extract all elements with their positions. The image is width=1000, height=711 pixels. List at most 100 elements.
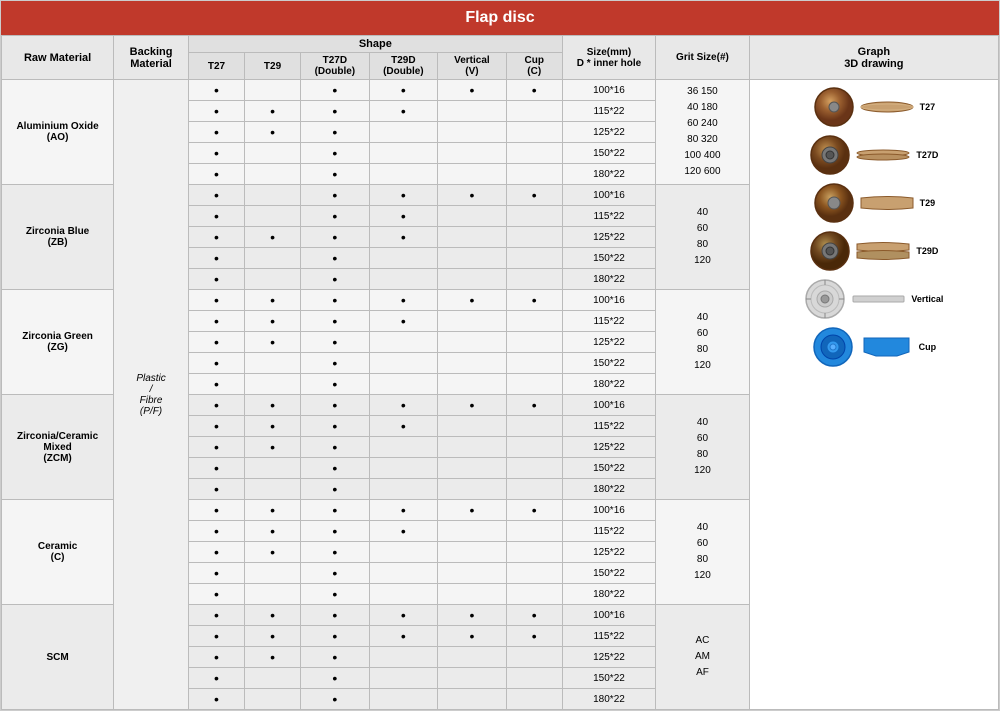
title-bar: Flap disc <box>1 1 999 35</box>
size-cell: 150*22 <box>562 458 655 479</box>
t27-cell: • <box>188 395 244 416</box>
v-cell <box>438 164 507 185</box>
v-cell <box>438 416 507 437</box>
t29d-cell: • <box>369 206 438 227</box>
v-cell <box>438 332 507 353</box>
t29d-cell <box>369 584 438 605</box>
c-cell: • <box>506 290 562 311</box>
t27-cell: • <box>188 605 244 626</box>
c-cell <box>506 227 562 248</box>
t27d-cell: • <box>301 290 370 311</box>
t29d-cell: • <box>369 395 438 416</box>
vertical-header: Vertical(V) <box>438 53 507 80</box>
t27d-cell: • <box>301 248 370 269</box>
t27-cell: • <box>188 269 244 290</box>
v-cell: • <box>438 395 507 416</box>
size-cell: 150*22 <box>562 248 655 269</box>
t29d-cell <box>369 248 438 269</box>
size-cell: 100*16 <box>562 290 655 311</box>
t29d-cell: • <box>369 416 438 437</box>
c-cell <box>506 248 562 269</box>
row-ao-0: Aluminium Oxide (AO)Plastic / Fibre (P/F… <box>2 80 999 101</box>
t27-cell: • <box>188 479 244 500</box>
v-cell <box>438 668 507 689</box>
main-container: Flap disc Raw Material Backing Material … <box>0 0 1000 711</box>
t29d-cell <box>369 542 438 563</box>
v-cell <box>438 311 507 332</box>
grit-cell-scm: AC AM AF <box>656 605 749 710</box>
t27d-cell: • <box>301 185 370 206</box>
t29d-cell <box>369 164 438 185</box>
size-cell: 180*22 <box>562 164 655 185</box>
t27d-cell: • <box>301 269 370 290</box>
c-cell <box>506 122 562 143</box>
t27-cell: • <box>188 227 244 248</box>
graph-cell: T27 <box>749 80 998 710</box>
t27-cell: • <box>188 332 244 353</box>
t27d-cell: • <box>301 689 370 710</box>
v-cell: • <box>438 185 507 206</box>
t29d-cell: • <box>369 227 438 248</box>
t29d-cell: • <box>369 500 438 521</box>
v-cell <box>438 689 507 710</box>
size-cell: 125*22 <box>562 647 655 668</box>
t29d-cell: • <box>369 311 438 332</box>
t29-cell: • <box>245 416 301 437</box>
t29-cell <box>245 458 301 479</box>
page-title: Flap disc <box>465 9 534 26</box>
size-cell: 125*22 <box>562 437 655 458</box>
v-cell: • <box>438 626 507 647</box>
size-cell: 125*22 <box>562 122 655 143</box>
t27d-cell: • <box>301 584 370 605</box>
material-cell-scm: SCM <box>2 605 114 710</box>
t29-cell: • <box>245 647 301 668</box>
v-cell: • <box>438 290 507 311</box>
t27d-cell: • <box>301 395 370 416</box>
t27-cell: • <box>188 626 244 647</box>
t29d-cell: • <box>369 290 438 311</box>
v-cell <box>438 521 507 542</box>
t29-cell: • <box>245 521 301 542</box>
v-cell <box>438 542 507 563</box>
t29-cell <box>245 164 301 185</box>
c-cell <box>506 374 562 395</box>
t29d-cell <box>369 143 438 164</box>
t29d-cell: • <box>369 80 438 101</box>
header-row-1: Raw Material Backing Material Shape Size… <box>2 36 999 53</box>
t27d-cell: • <box>301 227 370 248</box>
v-cell <box>438 374 507 395</box>
t29-cell: • <box>245 332 301 353</box>
material-cell-c: Ceramic (C) <box>2 500 114 605</box>
c-cell <box>506 668 562 689</box>
t27d-cell: • <box>301 143 370 164</box>
t29-cell <box>245 689 301 710</box>
t27d-cell: • <box>301 542 370 563</box>
size-cell: 100*16 <box>562 80 655 101</box>
t27-cell: • <box>188 248 244 269</box>
grit-cell-ao: 36 150 40 180 60 240 80 320 100 400 120 … <box>656 80 749 185</box>
c-cell <box>506 479 562 500</box>
t27-cell: • <box>188 416 244 437</box>
grit-header: Grit Size(#) <box>656 36 749 80</box>
t27-cell: • <box>188 80 244 101</box>
size-cell: 115*22 <box>562 416 655 437</box>
t27-cell: • <box>188 584 244 605</box>
t27d-cell: • <box>301 122 370 143</box>
size-cell: 180*22 <box>562 269 655 290</box>
t27-cell: • <box>188 563 244 584</box>
t27d-cell: • <box>301 626 370 647</box>
c-cell <box>506 584 562 605</box>
t27-cell: • <box>188 521 244 542</box>
t27-cell: • <box>188 311 244 332</box>
t29d-cell <box>369 353 438 374</box>
c-cell <box>506 206 562 227</box>
t29-cell <box>245 353 301 374</box>
size-cell: 180*22 <box>562 374 655 395</box>
t29-cell <box>245 374 301 395</box>
t29-cell <box>245 479 301 500</box>
t27d-cell: • <box>301 479 370 500</box>
t29d-cell <box>369 647 438 668</box>
cup-header: Cup(C) <box>506 53 562 80</box>
v-cell: • <box>438 80 507 101</box>
v-cell <box>438 248 507 269</box>
